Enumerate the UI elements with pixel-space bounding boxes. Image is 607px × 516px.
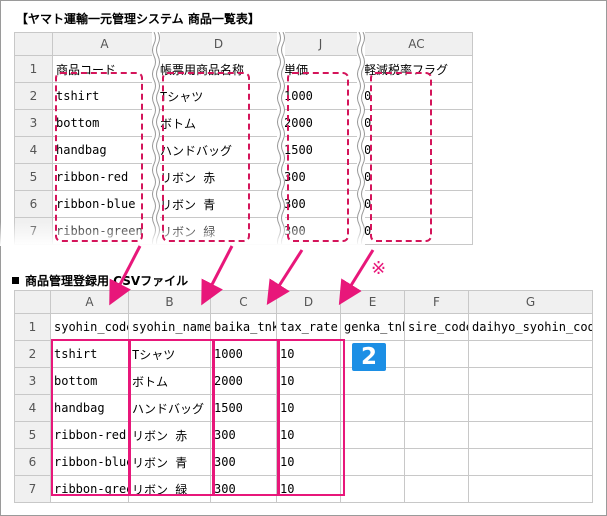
mapping-arrows	[109, 245, 375, 306]
arrow-tax	[338, 249, 375, 306]
arrow-name	[201, 245, 234, 306]
arrow-price	[266, 249, 304, 306]
arrow-code	[109, 245, 142, 306]
